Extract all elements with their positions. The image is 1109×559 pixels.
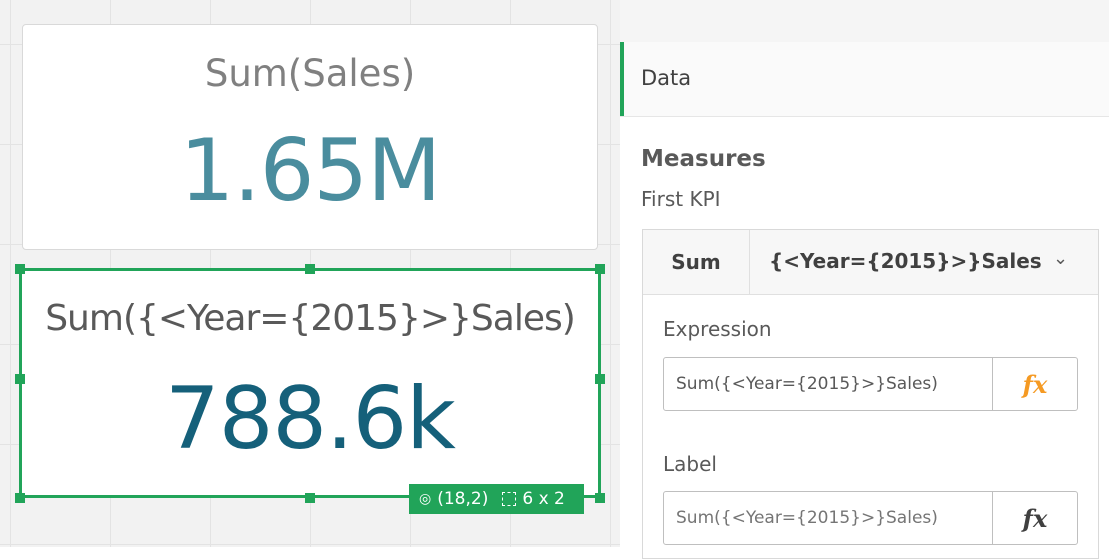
target-icon: ◎	[419, 491, 432, 507]
kpi-value: 1.65M	[179, 121, 442, 221]
kpi-sales-2015[interactable]: Sum({<Year={2015}>}Sales) 788.6k	[19, 268, 601, 498]
sheet-canvas[interactable]: Sum(Sales) 1.65M Sum({<Year={2015}>}Sale…	[0, 0, 620, 547]
fx-icon[interactable]: fx	[992, 358, 1077, 410]
properties-panel: Data Measures First KPI Sum {<Year={2015…	[620, 0, 1109, 559]
aggregation-button[interactable]: Sum	[643, 230, 750, 294]
resize-handle-bottom-right[interactable]	[595, 493, 605, 503]
chevron-down-icon[interactable]: ⌄	[1053, 248, 1068, 269]
expression-label: Expression	[663, 317, 772, 341]
size-readout: 6 x 2	[522, 489, 565, 509]
expression-input[interactable]	[664, 358, 992, 410]
data-section-label: Data	[641, 66, 692, 90]
measures-heading: Measures	[641, 146, 766, 172]
kpi-sales-total[interactable]: Sum(Sales) 1.65M	[22, 24, 598, 250]
grid-size-icon	[502, 492, 517, 506]
kpi-title: Sum({<Year={2015}>}Sales)	[45, 298, 576, 339]
measure-card: Sum {<Year={2015}>}Sales ⌄ Expression fx…	[642, 229, 1099, 559]
active-accent	[620, 42, 624, 116]
resize-handle-left[interactable]	[15, 374, 25, 384]
expression-field-group: fx	[663, 357, 1078, 411]
label-label: Label	[663, 452, 717, 476]
label-field-group: fx	[663, 491, 1078, 545]
resize-handle-bottom[interactable]	[305, 493, 315, 503]
measure-expression-title: {<Year={2015}>}Sales	[769, 249, 1042, 273]
object-name: First KPI	[641, 187, 721, 211]
resize-handle-bottom-left[interactable]	[15, 493, 25, 503]
measure-header[interactable]: Sum {<Year={2015}>}Sales ⌄	[643, 230, 1098, 295]
data-section-header[interactable]: Data	[620, 42, 1109, 117]
kpi-value: 788.6k	[164, 369, 456, 469]
resize-handle-right[interactable]	[595, 374, 605, 384]
fx-icon[interactable]: fx	[992, 492, 1077, 544]
resize-handle-top-left[interactable]	[15, 264, 25, 274]
panel-topbar	[620, 0, 1109, 43]
label-input[interactable]	[664, 492, 992, 544]
resize-handle-top-right[interactable]	[595, 264, 605, 274]
position-readout: (18,2)	[437, 489, 489, 509]
resize-handle-top[interactable]	[305, 264, 315, 274]
kpi-title: Sum(Sales)	[204, 52, 416, 95]
position-size-badge: ◎ (18,2) 6 x 2	[409, 484, 584, 514]
